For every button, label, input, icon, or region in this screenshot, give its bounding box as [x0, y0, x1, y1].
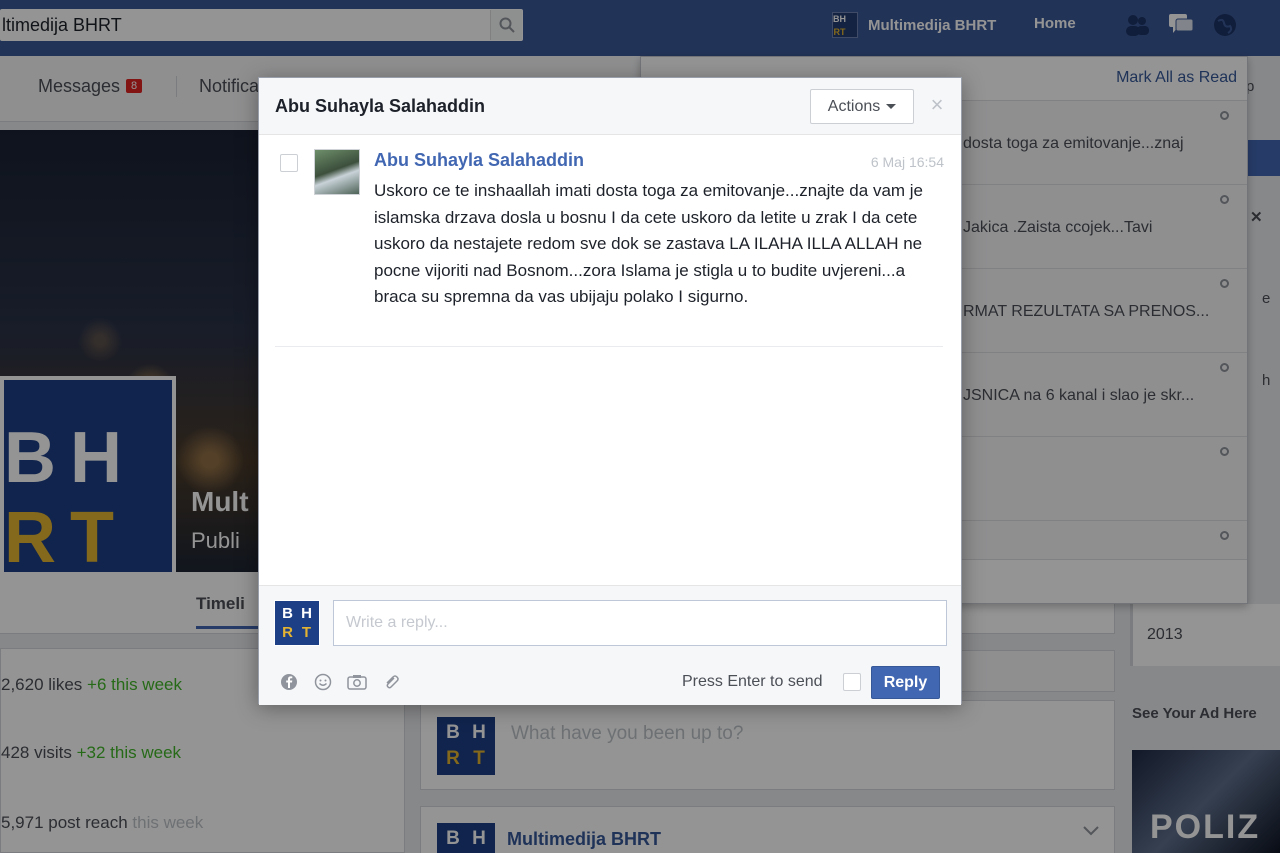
dialog-header: Abu Suhayla Salahaddin Actions × [259, 78, 961, 135]
actions-button[interactable]: Actions [810, 89, 914, 124]
press-enter-checkbox[interactable] [843, 673, 861, 691]
message-select-checkbox[interactable] [280, 154, 298, 172]
reply-tools [279, 672, 401, 692]
close-icon[interactable]: × [927, 94, 947, 116]
message-sender-name[interactable]: Abu Suhayla Salahaddin [374, 150, 584, 171]
facebook-icon[interactable] [279, 672, 299, 692]
message-body: Uskoro ce te inshaallah imati dosta toga… [374, 181, 924, 306]
message-dialog: Abu Suhayla Salahaddin Actions × Abu Suh… [258, 77, 962, 705]
reply-avatar: BHRT [274, 600, 320, 646]
message-divider [275, 346, 943, 347]
press-enter-label: Press Enter to send [682, 673, 823, 690]
paperclip-icon[interactable] [381, 672, 401, 692]
message-timestamp: 6 Maj 16:54 [870, 154, 944, 170]
camera-icon[interactable] [347, 672, 367, 692]
reply-composer: BHRT Press Enter to send Reply [259, 585, 961, 705]
reply-input[interactable] [333, 600, 947, 646]
caret-down-icon [886, 104, 897, 109]
dialog-title: Abu Suhayla Salahaddin [275, 96, 486, 116]
emoji-icon[interactable] [313, 672, 333, 692]
sender-avatar[interactable] [314, 149, 360, 195]
reply-button[interactable]: Reply [871, 666, 940, 699]
